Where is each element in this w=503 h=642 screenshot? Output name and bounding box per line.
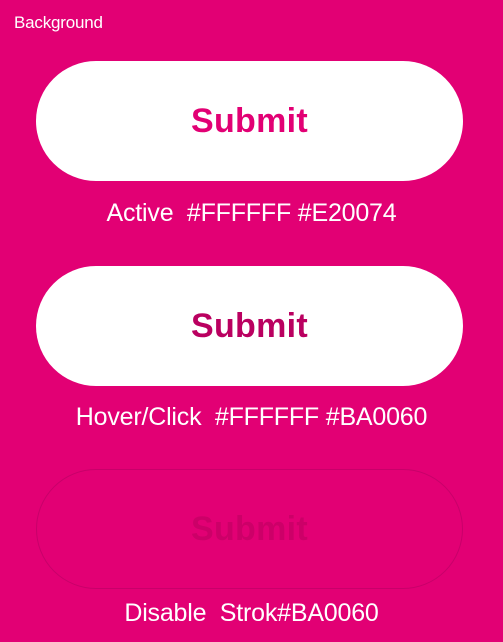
hover-state-caption: Hover/Click #FFFFFF #BA0060 xyxy=(75,403,428,431)
button-states-canvas: Background Submit Active #FFFFFF #E20074… xyxy=(0,0,503,642)
submit-button-disabled-label: Submit xyxy=(190,509,308,548)
submit-button-disabled: Submit xyxy=(36,469,463,589)
submit-button-hover[interactable]: Submit xyxy=(36,266,463,386)
submit-button-active-label: Submit xyxy=(190,101,308,140)
disabled-state-caption: Disable Strok#BA0060 xyxy=(124,599,379,627)
submit-button-active[interactable]: Submit xyxy=(36,61,463,181)
submit-button-hover-label: Submit xyxy=(190,306,308,345)
background-label: Background xyxy=(14,13,103,32)
active-state-caption: Active #FFFFFF #E20074 xyxy=(106,199,397,227)
